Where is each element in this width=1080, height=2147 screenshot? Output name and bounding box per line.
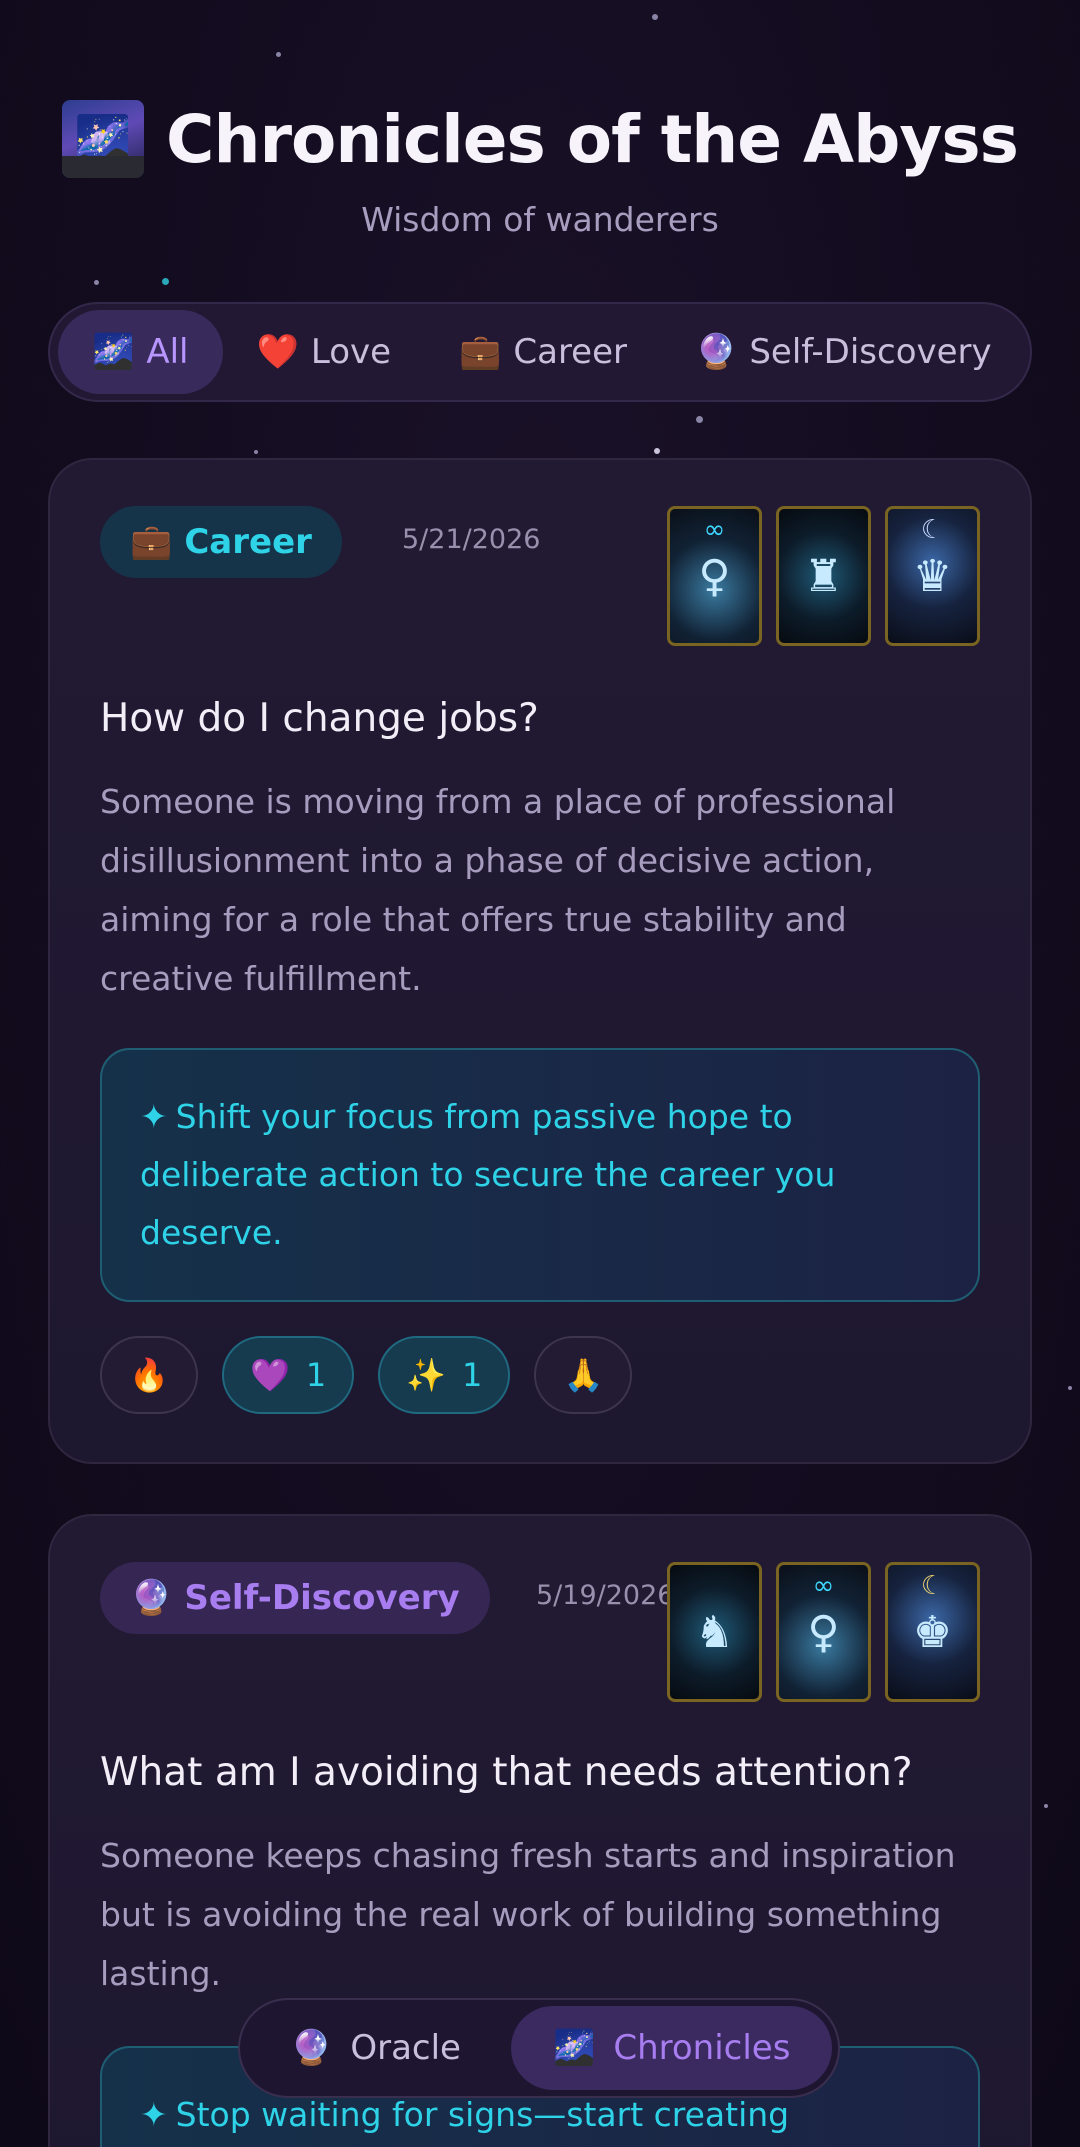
crescent-moon-icon: ☾ <box>920 515 945 545</box>
tarot-card-image[interactable]: ♜ <box>776 506 871 646</box>
title-row: 🌌 Chronicles of the Abyss <box>0 100 1080 178</box>
galaxy-icon: 🌌 <box>552 2028 596 2068</box>
insight-text: Shift your focus from passive hope to de… <box>140 1097 836 1252</box>
card-header: 💼 Career 5/21/2026 ∞ ♀ ♜ ☾ ♛ <box>100 506 980 646</box>
filter-love[interactable]: ❤️ Love <box>223 310 426 394</box>
sparkle-icon: ✦ <box>140 2095 168 2134</box>
figure-icon: ♛ <box>912 550 953 602</box>
nav-oracle[interactable]: 🔮 Oracle <box>248 2006 503 2090</box>
filter-label: Career <box>513 332 627 372</box>
category-chip: 💼 Career <box>100 506 342 578</box>
entry-date: 5/19/2026 <box>536 1580 675 1611</box>
tarot-card-image[interactable]: ☾ ♚ <box>885 1562 980 1702</box>
category-label: Self-Discovery <box>184 1578 460 1618</box>
reaction-bar: 🔥 💜 1 ✨ 1 🙏 <box>100 1336 633 1414</box>
reaction-count: 1 <box>305 1356 327 1394</box>
tarot-spread: ∞ ♀ ♜ ☾ ♛ <box>667 506 980 646</box>
filter-all[interactable]: 🌌 All <box>58 310 223 394</box>
nav-label: Chronicles <box>613 2028 791 2068</box>
nav-label: Oracle <box>350 2028 461 2068</box>
praying-hands-icon: 🙏 <box>563 1356 604 1394</box>
crystal-ball-icon: 🔮 <box>130 1578 173 1618</box>
reaction-pray-button[interactable]: 🙏 <box>534 1336 633 1414</box>
briefcase-icon: 💼 <box>130 522 173 562</box>
entry-question: How do I change jobs? <box>100 696 539 741</box>
category-chip: 🔮 Self-Discovery <box>100 1562 490 1634</box>
category-label: Career <box>184 522 312 562</box>
infinity-icon: ∞ <box>812 1571 835 1601</box>
chronicle-card[interactable]: 💼 Career 5/21/2026 ∞ ♀ ♜ ☾ ♛ How do I ch… <box>48 458 1032 1464</box>
figure-icon: ♜ <box>803 550 844 602</box>
reaction-fire-button[interactable]: 🔥 <box>100 1336 198 1414</box>
filter-self-discovery[interactable]: 🔮 Self-Discovery <box>661 310 1026 394</box>
figure-icon: ♀ <box>698 550 731 602</box>
reaction-count: 1 <box>462 1356 483 1394</box>
sparkle-icon: ✦ <box>140 1097 168 1136</box>
insight-box: ✦ Shift your focus from passive hope to d… <box>100 1048 980 1302</box>
crystal-ball-icon: 🔮 <box>290 2028 333 2068</box>
tarot-card-image[interactable]: ♞ <box>667 1562 762 1702</box>
bottom-navigation: 🔮 Oracle 🌌 Chronicles <box>238 1998 840 2098</box>
tarot-card-image[interactable]: ∞ ♀ <box>776 1562 871 1702</box>
figure-icon: ♚ <box>912 1606 953 1658</box>
sparkles-icon: ✨ <box>406 1356 447 1394</box>
crescent-moon-icon: ☾ <box>920 1571 945 1601</box>
entry-summary: Someone keeps chasing fresh starts and i… <box>100 1836 956 1993</box>
galaxy-icon: 🌌 <box>62 100 145 178</box>
tarot-card-image[interactable]: ∞ ♀ <box>667 506 762 646</box>
filter-label: All <box>146 332 189 372</box>
fire-icon: 🔥 <box>129 1356 169 1394</box>
galaxy-icon: 🌌 <box>92 332 135 372</box>
page-title: Chronicles of the Abyss <box>166 100 1019 178</box>
card-header: 🔮 Self-Discovery 5/19/2026 ♞ ∞ ♀ ☾ ♚ <box>100 1562 980 1702</box>
category-filter-bar: 🌌 All ❤️ Love 💼 Career 🔮 Self-Discovery <box>48 302 1032 402</box>
infinity-icon: ∞ <box>703 515 726 545</box>
figure-icon: ♀ <box>807 1606 840 1658</box>
figure-icon: ♞ <box>694 1606 735 1658</box>
nav-chronicles[interactable]: 🌌 Chronicles <box>510 2006 833 2090</box>
filter-career[interactable]: 💼 Career <box>425 310 661 394</box>
entry-question: What am I avoiding that needs attention? <box>100 1750 913 1795</box>
page-header: 🌌 Chronicles of the Abyss Wisdom of wand… <box>0 100 1080 239</box>
entry-date: 5/21/2026 <box>402 524 541 555</box>
entry-summary: Someone is moving from a place of profes… <box>100 782 896 998</box>
filter-label: Love <box>310 332 392 372</box>
tarot-spread: ♞ ∞ ♀ ☾ ♚ <box>667 1562 980 1702</box>
reaction-heart-button[interactable]: 💜 1 <box>222 1336 355 1414</box>
insight-text: Stop waiting for signs—start creating <box>175 2095 790 2134</box>
heart-icon: ❤️ <box>256 332 299 372</box>
page-subtitle: Wisdom of wanderers <box>361 200 719 239</box>
purple-heart-icon: 💜 <box>250 1356 290 1394</box>
reaction-sparkles-button[interactable]: ✨ 1 <box>378 1336 511 1414</box>
crystal-ball-icon: 🔮 <box>695 332 738 372</box>
tarot-card-image[interactable]: ☾ ♛ <box>885 506 980 646</box>
title-emoji-glyph: 🌌 <box>74 111 132 166</box>
briefcase-icon: 💼 <box>459 332 502 372</box>
filter-label: Self-Discovery <box>749 332 992 372</box>
